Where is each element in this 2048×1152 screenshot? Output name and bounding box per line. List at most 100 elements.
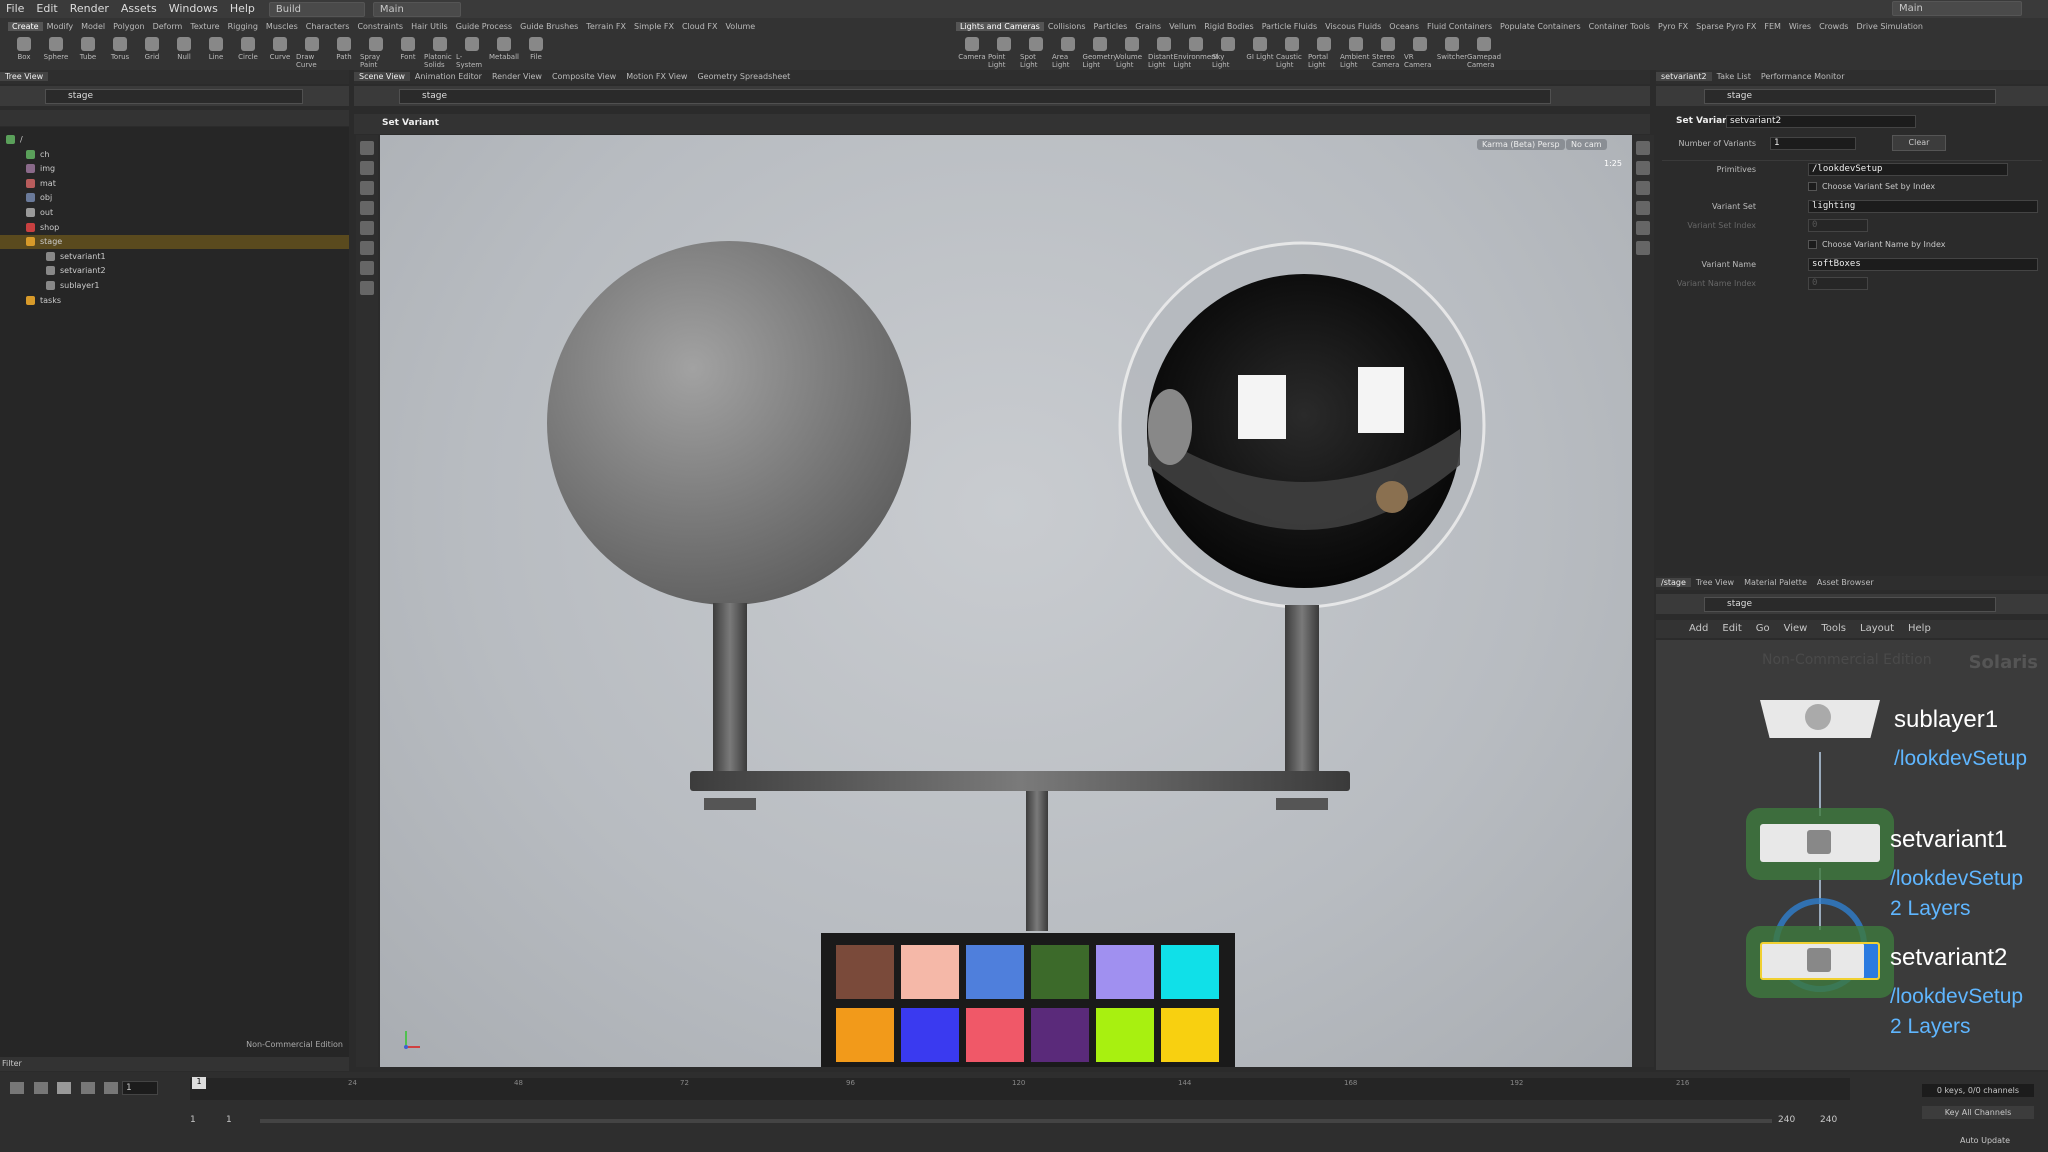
end-frame[interactable]: 240 [1778, 1115, 1795, 1125]
choose-set-index-checkbox[interactable] [1808, 182, 1817, 191]
shelf-tab-guide-brushes[interactable]: Guide Brushes [516, 22, 582, 31]
scene-viewport[interactable]: Karma (Beta) Persp No cam 1:25 [380, 135, 1632, 1067]
shelf-tab-crowds[interactable]: Crowds [1815, 22, 1852, 31]
tab-stage[interactable]: /stage [1656, 578, 1691, 587]
shelf-tool-geometry-light[interactable]: Geometry Light [1083, 34, 1117, 69]
snap-icon[interactable] [360, 261, 374, 275]
network-menu-view[interactable]: View [1777, 620, 1815, 638]
shelf-tab-drive-simulation[interactable]: Drive Simulation [1852, 22, 1926, 31]
shelf-tab-hair-utils[interactable]: Hair Utils [407, 22, 452, 31]
timeline-ruler[interactable]: 24 48 72 96 120 144 168 192 216 [190, 1078, 1850, 1100]
shelf-tab-create[interactable]: Create [8, 22, 43, 31]
lock-icon[interactable] [360, 161, 374, 175]
shelf-tool-l-system[interactable]: L-System [456, 34, 488, 69]
key-all-channels-button[interactable]: Key All Channels [1922, 1106, 2034, 1119]
tab-animation-editor[interactable]: Animation Editor [410, 72, 487, 81]
shelf-tool-sphere[interactable]: Sphere [40, 34, 72, 61]
tab-take-list[interactable]: Take List [1712, 72, 1756, 81]
shelf-tool-platonic-solids[interactable]: Platonic Solids [424, 34, 456, 69]
grid-icon[interactable] [1636, 221, 1650, 235]
shelf-tab-rigging[interactable]: Rigging [224, 22, 262, 31]
clear-button[interactable]: Clear [1892, 135, 1946, 151]
menu-assets[interactable]: Assets [115, 0, 163, 18]
tab-tree-view[interactable]: Tree View [0, 72, 49, 81]
shelf-tool-metaball[interactable]: Metaball [488, 34, 520, 61]
tree-node-tasks[interactable]: tasks [26, 294, 61, 308]
network-menu-layout[interactable]: Layout [1853, 620, 1901, 638]
shelf-tool-ambient-light[interactable]: Ambient Light [1340, 34, 1372, 69]
tab-material-palette[interactable]: Material Palette [1739, 578, 1812, 587]
range-slider[interactable] [260, 1119, 1772, 1123]
tab-composite-view[interactable]: Composite View [547, 72, 621, 81]
shelf-tab-sparse-pyro-fx[interactable]: Sparse Pyro FX [1692, 22, 1760, 31]
shelf-tab-collisions[interactable]: Collisions [1044, 22, 1090, 31]
shelf-tab-cloud-fx[interactable]: Cloud FX [678, 22, 721, 31]
handle-tool-icon[interactable] [360, 241, 374, 255]
shelf-tab-grains[interactable]: Grains [1131, 22, 1165, 31]
frame-marker[interactable]: 1 [192, 1077, 206, 1089]
move-tool-icon[interactable] [360, 181, 374, 195]
menu-render[interactable]: Render [64, 0, 115, 18]
variant-set-index-field[interactable]: 0 [1808, 219, 1868, 232]
shelf-tab-fluid-containers[interactable]: Fluid Containers [1423, 22, 1496, 31]
network-menu-add[interactable]: Add [1682, 620, 1715, 638]
shelf-tab-constraints[interactable]: Constraints [353, 22, 407, 31]
shelf-tool-area-light[interactable]: Area Light [1052, 34, 1084, 69]
magnet-icon[interactable] [360, 281, 374, 295]
shelf-tool-volume-light[interactable]: Volume Light [1116, 34, 1148, 69]
menu-windows[interactable]: Windows [163, 0, 224, 18]
end-frame-2[interactable]: 240 [1820, 1115, 1837, 1125]
tree-node-setvariant2[interactable]: setvariant2 [46, 264, 106, 278]
shelf-tool-gi-light[interactable]: GI Light [1244, 34, 1276, 61]
step-back-button[interactable] [33, 1082, 48, 1094]
shelf-tab-lights-and-cameras[interactable]: Lights and Cameras [956, 22, 1044, 31]
param-path-field[interactable]: stage [1704, 89, 1996, 104]
stop-button[interactable] [57, 1082, 71, 1094]
tree-node-mat[interactable]: mat [26, 177, 56, 191]
shelf-tab-guide-process[interactable]: Guide Process [452, 22, 516, 31]
tree-node-shop[interactable]: shop [26, 221, 59, 235]
last-frame-button[interactable] [104, 1082, 118, 1094]
tab-tree-view[interactable]: Tree View [1691, 578, 1739, 587]
tab-setvariant2[interactable]: setvariant2 [1656, 72, 1712, 81]
shelf-tab-pyro-fx[interactable]: Pyro FX [1654, 22, 1692, 31]
first-frame-button[interactable] [10, 1082, 24, 1094]
shelf-tab-vellum[interactable]: Vellum [1165, 22, 1200, 31]
variant-name-field[interactable]: softBoxes [1808, 258, 2038, 271]
shelf-tab-volume[interactable]: Volume [721, 22, 759, 31]
tree-node-root[interactable]: / [6, 133, 23, 147]
display-options-icon[interactable] [1636, 141, 1650, 155]
right-main-dropdown[interactable]: Main [1892, 1, 2022, 16]
variant-set-field[interactable]: lighting [1808, 200, 2038, 213]
shelf-tab-characters[interactable]: Characters [302, 22, 354, 31]
shelf-tab-oceans[interactable]: Oceans [1385, 22, 1423, 31]
shelf-tool-tube[interactable]: Tube [72, 34, 104, 61]
primitives-field[interactable]: /lookdevSetup [1808, 163, 2008, 176]
tab-render-view[interactable]: Render View [487, 72, 547, 81]
tab-motion-fx-view[interactable]: Motion FX View [621, 72, 692, 81]
shelf-tool-portal-light[interactable]: Portal Light [1308, 34, 1340, 69]
menu-help[interactable]: Help [224, 0, 261, 18]
shelf-tool-box[interactable]: Box [8, 34, 40, 61]
shelf-tool-draw-curve[interactable]: Draw Curve [296, 34, 328, 69]
network-menu-help[interactable]: Help [1901, 620, 1938, 638]
tree-filter[interactable]: Filter [0, 1057, 349, 1071]
start-frame-2[interactable]: 1 [226, 1115, 232, 1125]
tree-path-field[interactable]: stage [45, 89, 303, 104]
shelf-tool-switcher[interactable]: Switcher [1436, 34, 1468, 61]
network-editor[interactable]: Non-Commercial Edition Solaris sublayer1… [1656, 640, 2048, 1070]
shelf-tool-circle[interactable]: Circle [232, 34, 264, 61]
shelf-tool-line[interactable]: Line [200, 34, 232, 61]
viewer-path-field[interactable]: stage [399, 89, 1551, 104]
shelf-tool-font[interactable]: Font [392, 34, 424, 61]
shelf-tab-particle-fluids[interactable]: Particle Fluids [1258, 22, 1321, 31]
shelf-tool-environment-light[interactable]: Environment Light [1174, 34, 1218, 69]
start-frame[interactable]: 1 [190, 1115, 196, 1125]
network-menu-edit[interactable]: Edit [1715, 620, 1748, 638]
menu-edit[interactable]: Edit [30, 0, 63, 18]
shelf-tool-camera[interactable]: Camera [956, 34, 988, 61]
shelf-tool-stereo-camera[interactable]: Stereo Camera [1372, 34, 1404, 69]
scale-tool-icon[interactable] [360, 221, 374, 235]
tab-scene-view[interactable]: Scene View [354, 72, 410, 81]
network-menu-go[interactable]: Go [1749, 620, 1777, 638]
